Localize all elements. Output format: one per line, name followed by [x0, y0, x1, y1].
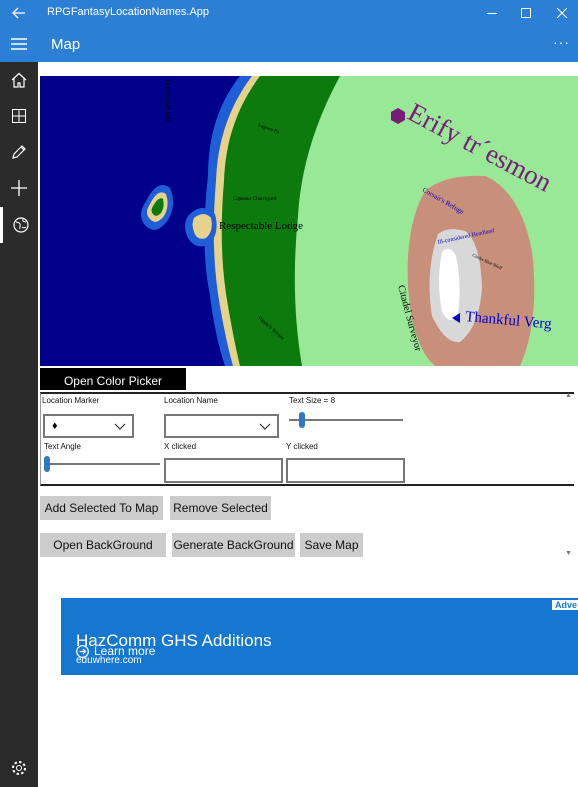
- page-header: Map ···: [0, 26, 578, 62]
- add-selected-button[interactable]: Add Selected To Map: [40, 496, 163, 520]
- slider-track: [289, 419, 403, 421]
- maximize-icon: [521, 8, 531, 18]
- close-button[interactable]: [546, 0, 578, 26]
- maximize-button[interactable]: [510, 0, 542, 26]
- ad-banner[interactable]: Adve HazComm GHS Additions Learn more ed…: [61, 598, 578, 675]
- x-clicked-field[interactable]: [164, 458, 283, 483]
- nav-add[interactable]: [0, 170, 38, 206]
- open-color-picker-button[interactable]: Open Color Picker: [40, 368, 186, 390]
- map-canvas[interactable]: Torrential fall Erify tr´esmon Respectab…: [40, 76, 578, 366]
- ad-tag: Adve: [551, 600, 578, 610]
- gear-icon: [12, 761, 26, 775]
- minimize-button[interactable]: [476, 0, 508, 26]
- generate-background-button[interactable]: Generate BackGround: [172, 533, 295, 557]
- map-label-respectable-lodge: Respectable Lodge: [219, 220, 303, 232]
- app-title: RPGFantasyLocationNames.App: [47, 6, 210, 18]
- scroll-up-icon[interactable]: ▲: [565, 392, 572, 399]
- scroll-down-icon[interactable]: ▼: [565, 550, 572, 557]
- location-name-label: Location Name: [164, 396, 218, 405]
- x-clicked-label: X clicked: [164, 442, 197, 451]
- location-marker-value: ♦: [52, 420, 58, 432]
- location-marker-select[interactable]: ♦: [43, 414, 134, 438]
- add-icon: [11, 180, 27, 196]
- grid-icon: [12, 109, 26, 123]
- close-icon: [557, 8, 567, 18]
- y-clicked-field[interactable]: [286, 458, 405, 483]
- text-angle-slider[interactable]: [44, 456, 160, 472]
- remove-selected-button[interactable]: Remove Selected: [170, 496, 271, 520]
- minimize-icon: [487, 13, 497, 14]
- map-label-torrential-fall: Torrential fall: [164, 78, 173, 123]
- chevron-down-icon: [114, 423, 126, 430]
- home-icon: [11, 72, 27, 88]
- text-angle-label: Text Angle: [44, 442, 81, 451]
- globe-icon: [12, 217, 29, 233]
- main-content: Torrential fall Erify tr´esmon Respectab…: [38, 62, 578, 787]
- text-size-label: Text Size = 8: [289, 396, 336, 405]
- back-button[interactable]: [0, 0, 38, 26]
- vertical-scrollbar[interactable]: ▲ ▼: [565, 392, 573, 562]
- more-options-button[interactable]: ···: [553, 34, 570, 50]
- slider-thumb[interactable]: [299, 412, 305, 428]
- chevron-down-icon: [259, 423, 271, 430]
- save-map-button[interactable]: Save Map: [300, 533, 363, 557]
- hamburger-icon: [11, 38, 27, 50]
- nav-edit[interactable]: [0, 134, 38, 170]
- nav-settings[interactable]: [0, 750, 38, 786]
- controls-panel: Location Marker ♦ Location Name Text Siz…: [40, 392, 574, 486]
- page-title: Map: [51, 36, 81, 53]
- ad-domain: eduwhere.com: [76, 655, 142, 666]
- pencil-icon: [12, 145, 26, 159]
- nav-rail: [0, 62, 38, 787]
- slider-thumb[interactable]: [44, 456, 50, 472]
- hamburger-button[interactable]: [0, 26, 38, 62]
- open-background-button[interactable]: Open BackGround: [40, 533, 166, 557]
- location-name-select[interactable]: [164, 414, 279, 438]
- nav-grid[interactable]: [0, 98, 38, 134]
- y-clicked-label: Y clicked: [286, 442, 318, 451]
- location-marker-label: Location Marker: [42, 396, 100, 405]
- map-label-churchyard: Ligneous Churchyard: [233, 197, 277, 202]
- nav-home[interactable]: [0, 62, 38, 98]
- map-snowcap: [439, 248, 460, 321]
- title-bar: RPGFantasyLocationNames.App: [0, 0, 578, 26]
- slider-track: [44, 463, 160, 465]
- arrow-left-icon: [12, 7, 25, 19]
- nav-map[interactable]: [0, 207, 38, 243]
- text-size-slider[interactable]: [289, 412, 403, 428]
